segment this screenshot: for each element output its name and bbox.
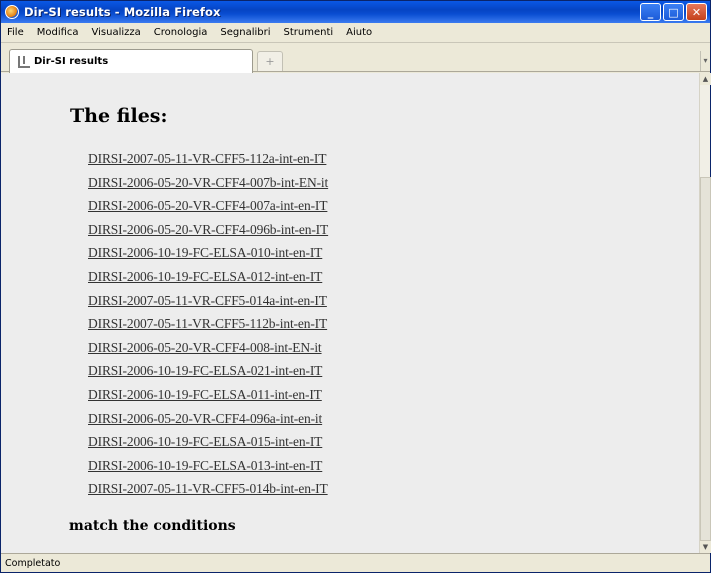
file-link[interactable]: DIRSI-2006-10-19-FC-ELSA-013-int-en-IT [88,458,328,482]
tab-label: Dir-SI results [34,56,109,67]
file-link[interactable]: DIRSI-2007-05-11-VR-CFF5-112a-int-en-IT [88,151,328,175]
file-list: DIRSI-2007-05-11-VR-CFF5-112a-int-en-IT … [88,151,328,505]
close-button[interactable]: ✕ [686,3,707,21]
maximize-button[interactable]: □ [663,3,684,21]
conditions-heading: match the conditions [69,518,236,534]
page-icon [18,55,30,68]
menu-item-aiuto[interactable]: Aiuto [346,27,372,38]
firefox-icon [5,5,19,19]
tab-dir-si-results[interactable]: Dir-SI results [9,49,253,73]
menu-item-file[interactable]: File [7,27,24,38]
menu-item-cronologia[interactable]: Cronologia [154,27,208,38]
page-heading: The files: [70,105,168,127]
file-link[interactable]: DIRSI-2006-05-20-VR-CFF4-007b-int-EN-it [88,175,328,199]
chevron-down-icon: ▾ [703,56,708,65]
menu-item-visualizza[interactable]: Visualizza [92,27,141,38]
window-controls: _ □ ✕ [640,3,707,21]
new-tab-button[interactable]: + [257,51,283,71]
maximize-icon: □ [668,5,679,19]
menu-item-modifica[interactable]: Modifica [37,27,79,38]
chevron-down-icon: ▼ [702,543,709,551]
browser-window: Dir-SI results - Mozilla Firefox _ □ ✕ F… [0,0,711,573]
tab-list-button[interactable]: ▾ [700,51,710,71]
file-link[interactable]: DIRSI-2007-05-11-VR-CFF5-014a-int-en-IT [88,293,328,317]
tab-strip: Dir-SI results + ▾ [1,44,710,73]
file-link[interactable]: DIRSI-2006-10-19-FC-ELSA-015-int-en-IT [88,434,328,458]
file-link[interactable]: DIRSI-2006-05-20-VR-CFF4-096b-int-en-IT [88,222,328,246]
scroll-up-button[interactable]: ▲ [700,73,711,85]
scroll-down-button[interactable]: ▼ [700,541,711,553]
window-title: Dir-SI results - Mozilla Firefox [24,5,221,19]
scroll-thumb[interactable] [700,177,711,541]
menu-item-strumenti[interactable]: Strumenti [284,27,334,38]
file-link[interactable]: DIRSI-2007-05-11-VR-CFF5-112b-int-en-IT [88,316,328,340]
chevron-up-icon: ▲ [702,75,709,83]
status-bar: Completato [1,553,710,572]
file-link[interactable]: DIRSI-2006-05-20-VR-CFF4-096a-int-en-it [88,411,328,435]
file-link[interactable]: DIRSI-2006-10-19-FC-ELSA-021-int-en-IT [88,363,328,387]
file-link[interactable]: DIRSI-2006-10-19-FC-ELSA-011-int-en-IT [88,387,328,411]
vertical-scrollbar[interactable]: ▲ ▼ [699,73,711,553]
menu-bar: File Modifica Visualizza Cronologia Segn… [1,23,710,43]
file-link[interactable]: DIRSI-2006-05-20-VR-CFF4-007a-int-en-IT [88,198,328,222]
minimize-icon: _ [647,5,654,19]
minimize-button[interactable]: _ [640,3,661,21]
close-icon: ✕ [691,5,702,19]
menu-item-segnalibri[interactable]: Segnalibri [220,27,270,38]
file-link[interactable]: DIRSI-2006-05-20-VR-CFF4-008-int-EN-it [88,340,328,364]
page-content: The files: DIRSI-2007-05-11-VR-CFF5-112a… [1,73,699,553]
file-link[interactable]: DIRSI-2007-05-11-VR-CFF5-014b-int-en-IT [88,481,328,505]
title-bar[interactable]: Dir-SI results - Mozilla Firefox _ □ ✕ [1,1,710,23]
file-link[interactable]: DIRSI-2006-10-19-FC-ELSA-010-int-en-IT [88,245,328,269]
status-text: Completato [5,557,61,569]
file-link[interactable]: DIRSI-2006-10-19-FC-ELSA-012-int-en-IT [88,269,328,293]
